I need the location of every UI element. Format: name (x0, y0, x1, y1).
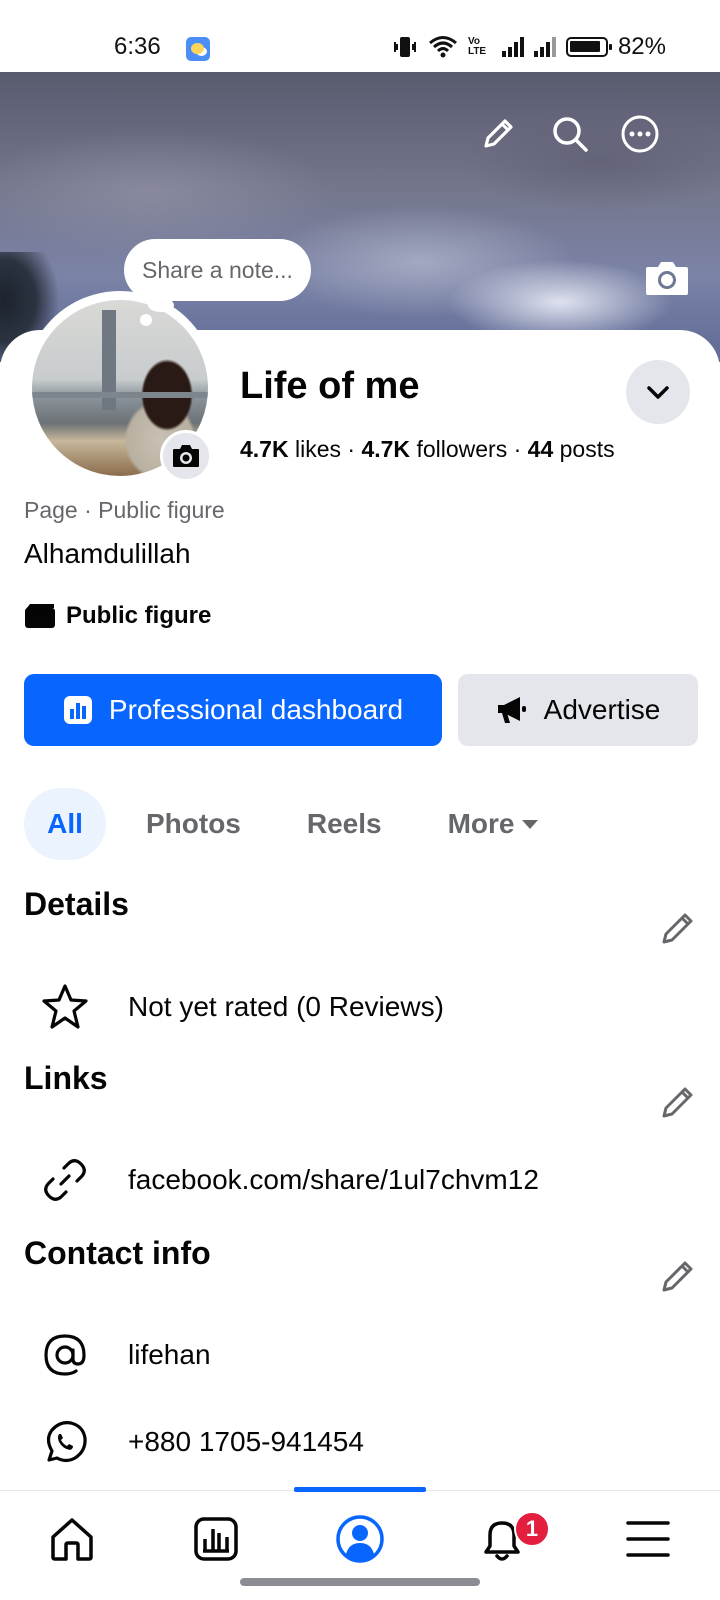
tab-photos[interactable]: Photos (146, 788, 241, 860)
phone-row[interactable]: +880 1705-941454 (40, 1417, 364, 1467)
page-title: Life of me (240, 365, 420, 407)
dashboard-icon (194, 1517, 238, 1561)
avatar-bridge-deck (32, 392, 208, 398)
at-sign-icon (40, 1330, 90, 1380)
page-category: Page · Public figure (24, 497, 225, 523)
search-icon[interactable] (548, 112, 592, 156)
professional-dashboard-label: Professional dashboard (108, 694, 404, 725)
weather-icon (186, 37, 210, 61)
note-bubble-tail (148, 298, 174, 312)
profile-switch-dropdown[interactable] (626, 360, 690, 424)
status-bar: 6:36 Vo LTE 82% (0, 0, 720, 72)
link-icon (40, 1155, 90, 1205)
chevron-down-icon (647, 386, 669, 399)
signal-icon (501, 37, 524, 57)
dashboard-icon (63, 696, 92, 724)
vibrate-icon (393, 37, 416, 57)
edit-details-icon[interactable] (658, 908, 698, 948)
battery-percent: 82% (617, 33, 666, 60)
tab-reels[interactable]: Reels (307, 788, 382, 860)
posts-label: posts (559, 436, 615, 462)
whatsapp-icon (40, 1417, 90, 1467)
nav-menu[interactable] (612, 1509, 684, 1569)
wifi-icon (428, 36, 457, 58)
bio: Alhamdulillah (24, 538, 191, 569)
note-bubble-tail-dot (140, 314, 152, 326)
tab-more[interactable]: More (448, 788, 539, 860)
content-tabs: All Photos Reels More (24, 788, 539, 860)
phone-text[interactable]: +880 1705-941454 (128, 1426, 364, 1458)
nav-active-indicator (294, 1487, 426, 1492)
share-note-bubble[interactable]: Share a note... (124, 239, 311, 301)
battery-icon (565, 37, 612, 57)
nav-dashboard[interactable] (180, 1509, 252, 1569)
megaphone-icon (497, 697, 526, 723)
link-url[interactable]: facebook.com/share/1ul7chvm12 (128, 1164, 539, 1196)
tab-more-label: More (447, 808, 515, 839)
advertise-button[interactable]: Advertise (458, 674, 698, 746)
public-figure-badge: Public figure (24, 602, 211, 630)
username-text: lifehan (128, 1339, 211, 1370)
nav-home[interactable] (36, 1509, 108, 1569)
star-icon (40, 982, 90, 1032)
home-indicator[interactable] (240, 1578, 480, 1586)
menu-icon (626, 1521, 670, 1557)
more-options-icon[interactable] (618, 112, 662, 156)
edit-icon[interactable] (476, 112, 520, 156)
rating-row: Not yet rated (0 Reviews) (40, 982, 444, 1032)
status-icons: Vo LTE 82% (392, 33, 666, 61)
stats-separator: · (513, 436, 522, 462)
advertise-label: Advertise (543, 694, 661, 725)
stats-separator: · (347, 436, 356, 462)
status-time: 6:36 (114, 33, 161, 60)
cover-camera-icon[interactable] (644, 259, 690, 297)
badge-label: Public figure (66, 602, 212, 629)
profile-icon (336, 1515, 384, 1563)
likes-label[interactable]: likes (295, 436, 341, 462)
links-heading: Links (24, 1060, 108, 1096)
page-stats: 4.7K likes · 4.7K followers · 44 posts (240, 436, 615, 463)
notification-badge: 1 (514, 1511, 550, 1547)
followers-count: 4.7K (361, 436, 411, 462)
followers-label[interactable]: followers (416, 436, 507, 462)
home-icon (51, 1518, 93, 1561)
tab-all[interactable]: All (24, 788, 106, 860)
avatar-camera-icon[interactable] (160, 430, 212, 482)
rating-text: Not yet rated (0 Reviews) (128, 991, 444, 1022)
caret-down-icon (521, 820, 538, 829)
clapperboard-icon (25, 604, 55, 628)
nav-profile[interactable] (324, 1509, 396, 1569)
signal-icon-2 (533, 37, 556, 57)
link-row[interactable]: facebook.com/share/1ul7chvm12 (40, 1155, 539, 1205)
details-heading: Details (24, 886, 129, 922)
posts-count: 44 (527, 436, 554, 462)
volte-icon: Vo LTE (467, 36, 487, 57)
username-row: lifehan (40, 1330, 211, 1380)
edit-contact-icon[interactable] (658, 1256, 698, 1296)
professional-dashboard-button[interactable]: Professional dashboard (24, 674, 442, 746)
edit-links-icon[interactable] (658, 1082, 698, 1122)
contact-info-heading: Contact info (24, 1235, 211, 1271)
likes-count: 4.7K (240, 436, 289, 462)
